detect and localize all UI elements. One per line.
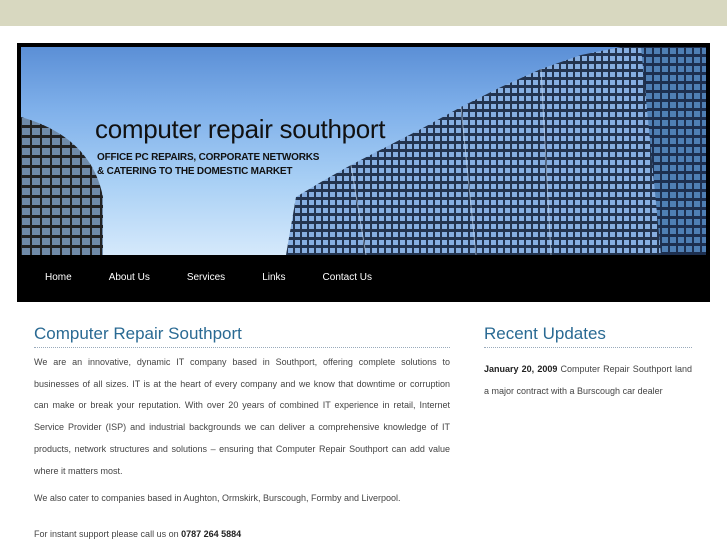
nav-services[interactable]: Services bbox=[187, 272, 225, 283]
nav-links[interactable]: Links bbox=[262, 272, 285, 283]
top-bar bbox=[0, 0, 727, 26]
support-paragraph: For instant support please call us on 07… bbox=[34, 529, 450, 539]
page: computer repair southport OFFICE PC REPA… bbox=[0, 26, 727, 545]
main-heading: Computer Repair Southport bbox=[34, 324, 450, 348]
main-content: Computer Repair Southport We are an inno… bbox=[34, 324, 450, 539]
intro-paragraph: We are an innovative, dynamic IT company… bbox=[34, 357, 450, 476]
main-navigation: Home About Us Services Links Contact Us bbox=[21, 255, 706, 300]
service-area-paragraph: We also cater to companies based in Augh… bbox=[34, 493, 401, 504]
nav-home[interactable]: Home bbox=[45, 272, 72, 283]
tagline-line-1: OFFICE PC REPAIRS, CORPORATE NETWORKS bbox=[97, 152, 320, 163]
sidebar: Recent Updates January 20, 2009 Computer… bbox=[484, 324, 692, 402]
support-text: For instant support please call us on bbox=[34, 529, 179, 540]
site-tagline: OFFICE PC REPAIRS, CORPORATE NETWORKS & … bbox=[97, 151, 319, 179]
tagline-line-2: & CATERING TO THE DOMESTIC MARKET bbox=[97, 166, 293, 177]
nav-about-us[interactable]: About Us bbox=[109, 272, 150, 283]
nav-contact-us[interactable]: Contact Us bbox=[323, 272, 372, 283]
update-item: January 20, 2009 Computer Repair Southpo… bbox=[484, 359, 692, 402]
support-phone: 0787 264 5884 bbox=[181, 529, 242, 540]
site-title: computer repair southport bbox=[95, 114, 386, 144]
header-banner-image: computer repair southport OFFICE PC REPA… bbox=[21, 47, 706, 255]
recent-updates-heading: Recent Updates bbox=[484, 324, 692, 348]
update-date: January 20, 2009 bbox=[484, 364, 558, 374]
site-header: computer repair southport OFFICE PC REPA… bbox=[17, 43, 710, 302]
